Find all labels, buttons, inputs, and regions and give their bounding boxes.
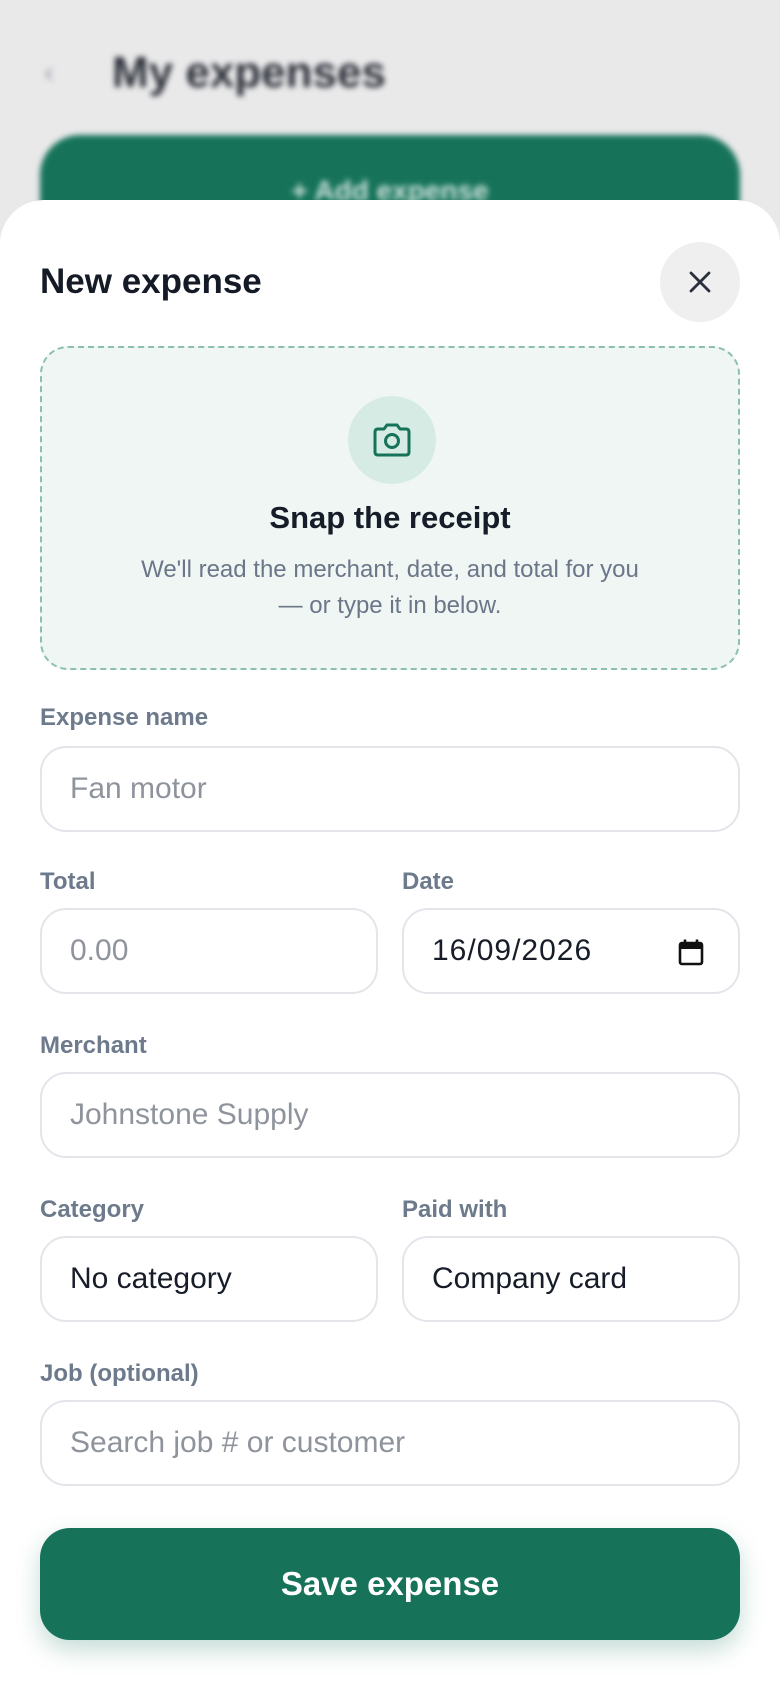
snap-description-line1: We'll read the merchant, date, and total… <box>141 556 639 583</box>
job-label: Job (optional) <box>40 1360 199 1387</box>
background-title: My expenses <box>112 48 386 97</box>
merchant-placeholder: Johnstone Supply <box>70 1098 309 1131</box>
category-value: No category <box>70 1262 232 1295</box>
close-icon <box>689 271 711 293</box>
total-input[interactable]: 0.00 <box>40 908 378 994</box>
new-expense-sheet: New expense Snap the receipt We'll read … <box>0 200 780 1688</box>
snap-description-line2: — or type it in below. <box>278 592 502 619</box>
expense-name-placeholder: Fan motor <box>70 772 207 805</box>
job-search-input[interactable]: Search job # or customer <box>40 1400 740 1486</box>
total-label: Total <box>40 868 96 895</box>
paid-with-value: Company card <box>432 1262 628 1295</box>
date-label: Date <box>402 868 455 895</box>
total-placeholder: 0.00 <box>70 934 129 967</box>
expense-name-label: Expense name <box>40 704 209 731</box>
snap-receipt-description: We'll read the merchant, date, and total… <box>112 552 668 624</box>
category-select[interactable]: No category <box>40 1236 378 1322</box>
back-chevron-icon: ‹ <box>44 56 54 89</box>
close-button[interactable] <box>660 242 740 322</box>
camera-icon <box>373 423 411 457</box>
job-placeholder: Search job # or customer <box>70 1426 406 1459</box>
save-expense-label: Save expense <box>280 1565 500 1602</box>
expense-name-input[interactable]: Fan motor <box>40 746 740 832</box>
snap-receipt-title: Snap the receipt <box>269 500 511 535</box>
paid-with-select[interactable]: Company card <box>402 1236 740 1322</box>
date-value: 16/09/2026 <box>432 934 593 967</box>
save-expense-button[interactable]: Save expense <box>40 1528 740 1640</box>
calendar-icon[interactable] <box>678 938 704 966</box>
merchant-label: Merchant <box>40 1032 147 1059</box>
snap-receipt-dropzone[interactable]: Snap the receipt We'll read the merchant… <box>40 346 740 670</box>
merchant-input[interactable]: Johnstone Supply <box>40 1072 740 1158</box>
paid-with-label: Paid with <box>402 1196 508 1223</box>
camera-icon-badge <box>348 396 436 484</box>
category-label: Category <box>40 1196 145 1223</box>
sheet-title: New expense <box>40 262 262 301</box>
date-input[interactable]: 16/09/2026 <box>402 908 740 994</box>
